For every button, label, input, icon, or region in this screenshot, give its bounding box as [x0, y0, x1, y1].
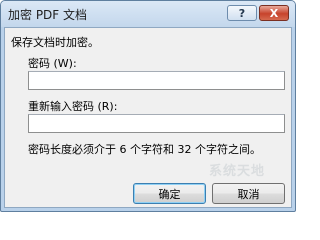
password-length-hint: 密码长度必须介于 6 个字符和 32 个字符之间。	[28, 143, 261, 156]
close-icon: X	[269, 6, 279, 20]
dialog-body: 保存文档时加密。 密码 (W): 重新输入密码 (R): 密码长度必须介于 6 …	[4, 27, 292, 208]
reenter-password-field[interactable]	[28, 114, 285, 133]
password-field[interactable]	[28, 71, 285, 90]
close-button[interactable]: X	[259, 5, 289, 21]
cancel-button[interactable]: 取消	[212, 183, 285, 204]
password-label: 密码 (W):	[28, 57, 77, 70]
watermark-logo: 系统天地	[209, 164, 266, 179]
encrypt-pdf-dialog: 加密 PDF 文档 ? X 保存文档时加密。 密码 (W): 重新输入密码 (R…	[0, 0, 296, 212]
ok-button[interactable]: 确定	[133, 183, 206, 204]
reenter-password-label: 重新输入密码 (R):	[28, 100, 118, 113]
help-button[interactable]: ?	[227, 5, 257, 21]
title-bar[interactable]: 加密 PDF 文档 ? X	[1, 1, 295, 27]
help-icon: ?	[238, 6, 246, 20]
intro-text: 保存文档时加密。	[11, 36, 99, 49]
window-title: 加密 PDF 文档	[8, 8, 88, 22]
